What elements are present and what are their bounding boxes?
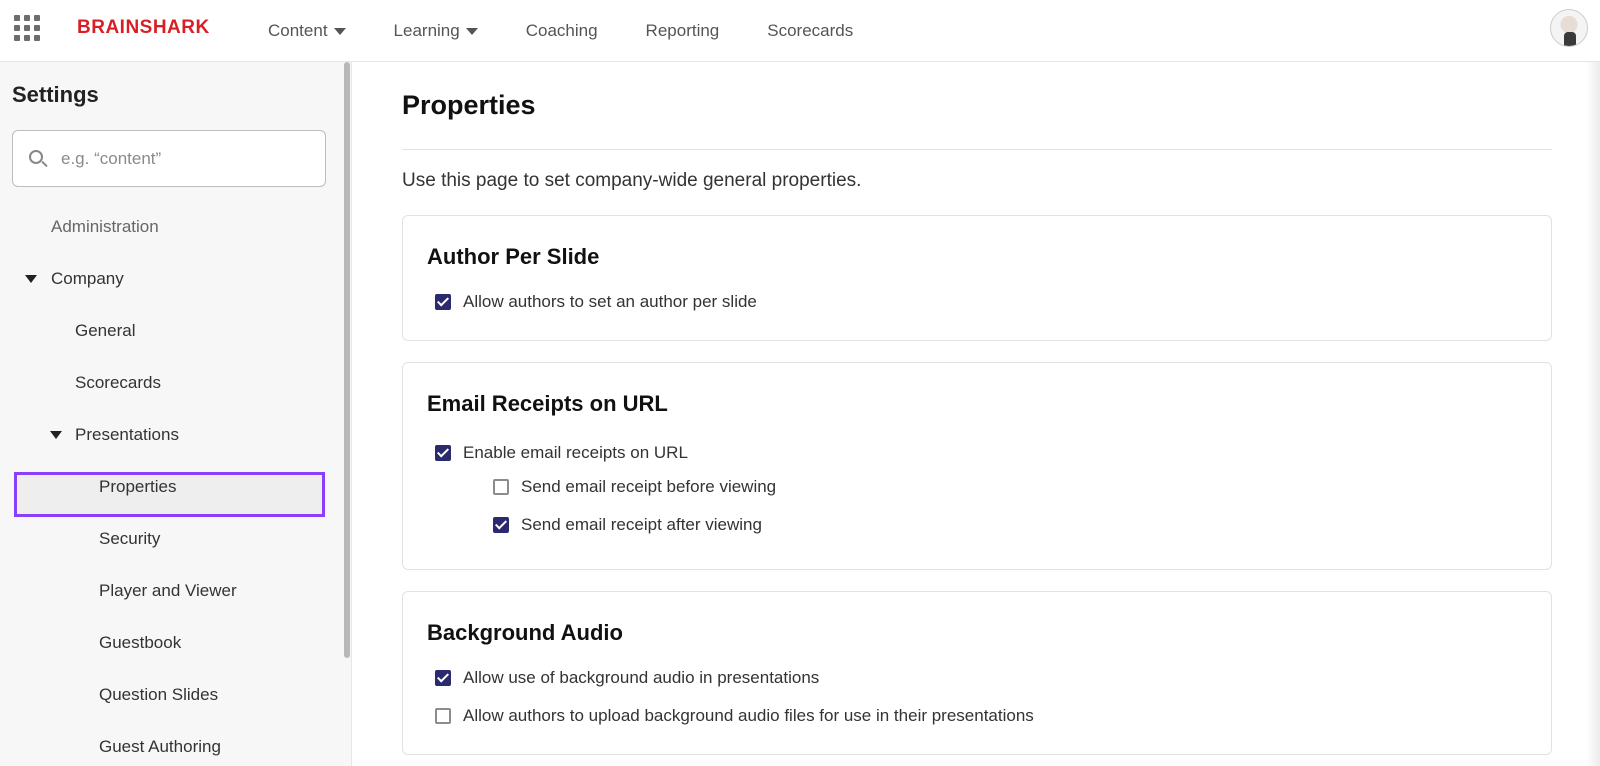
main-content: Properties Use this page to set company-… bbox=[353, 62, 1600, 766]
option-receipt-after-viewing[interactable]: Send email receipt after viewing bbox=[493, 515, 762, 535]
chevron-down-icon bbox=[465, 27, 478, 35]
option-label: Send email receipt after viewing bbox=[521, 515, 762, 534]
checkbox-checked[interactable] bbox=[435, 445, 451, 461]
sidebar-item-scorecards[interactable]: Scorecards bbox=[75, 373, 161, 393]
brand-logo[interactable]: BRAINSHARK bbox=[77, 17, 210, 39]
sidebar-item-guestbook[interactable]: Guestbook bbox=[99, 633, 181, 653]
option-label: Allow authors to upload background audio… bbox=[463, 706, 1034, 725]
nav-scorecards-label: Scorecards bbox=[767, 21, 854, 40]
caret-down-icon[interactable] bbox=[50, 431, 62, 439]
top-navigation-bar: BRAINSHARK Content Learning Coaching Rep… bbox=[0, 0, 1600, 62]
checkbox-checked[interactable] bbox=[435, 670, 451, 686]
title-divider bbox=[402, 149, 1552, 150]
section-title: Email Receipts on URL bbox=[427, 391, 668, 416]
checkbox-unchecked[interactable] bbox=[435, 708, 451, 724]
search-input[interactable] bbox=[61, 145, 311, 173]
sidebar-scrollbar[interactable] bbox=[344, 62, 350, 658]
sidebar-item-player-and-viewer[interactable]: Player and Viewer bbox=[99, 581, 237, 601]
sidebar-item-security[interactable]: Security bbox=[99, 529, 160, 549]
checkbox-unchecked[interactable] bbox=[493, 479, 509, 495]
nav-learning-label: Learning bbox=[393, 21, 460, 40]
nav-content[interactable]: Content bbox=[268, 21, 346, 41]
option-label: Enable email receipts on URL bbox=[463, 443, 688, 462]
nav-content-label: Content bbox=[268, 21, 328, 40]
page-title: Properties bbox=[402, 90, 536, 120]
option-receipt-before-viewing[interactable]: Send email receipt before viewing bbox=[493, 477, 776, 497]
option-enable-email-receipts[interactable]: Enable email receipts on URL bbox=[435, 443, 688, 463]
user-avatar[interactable] bbox=[1550, 9, 1588, 47]
sidebar-item-question-slides[interactable]: Question Slides bbox=[99, 685, 218, 705]
option-label: Send email receipt before viewing bbox=[521, 477, 777, 496]
checkbox-checked[interactable] bbox=[435, 294, 451, 310]
caret-down-icon[interactable] bbox=[25, 275, 37, 283]
nav-reporting-label: Reporting bbox=[645, 21, 720, 40]
sidebar-item-presentations[interactable]: Presentations bbox=[75, 425, 179, 445]
sidebar-title: Settings bbox=[12, 82, 99, 107]
main-nav: Content Learning Coaching Reporting Scor… bbox=[268, 0, 901, 62]
option-label: Allow authors to set an author per slide bbox=[463, 292, 757, 311]
app-launcher-icon[interactable] bbox=[14, 15, 40, 41]
nav-scorecards[interactable]: Scorecards bbox=[767, 21, 853, 41]
option-allow-background-audio[interactable]: Allow use of background audio in present… bbox=[435, 668, 819, 688]
page-description: Use this page to set company-wide genera… bbox=[402, 170, 862, 191]
option-upload-background-audio[interactable]: Allow authors to upload background audio… bbox=[435, 706, 1034, 726]
edge-shadow bbox=[1586, 62, 1600, 766]
sidebar-item-administration[interactable]: Administration bbox=[51, 217, 159, 237]
section-title: Author Per Slide bbox=[427, 244, 600, 269]
sidebar-item-properties[interactable]: Properties bbox=[99, 477, 176, 497]
sidebar-item-general[interactable]: General bbox=[75, 321, 135, 341]
nav-reporting[interactable]: Reporting bbox=[646, 21, 720, 41]
settings-sidebar: Settings Administration Company General … bbox=[0, 62, 352, 766]
section-background-audio: Background Audio Allow use of background… bbox=[402, 591, 1552, 755]
chevron-down-icon bbox=[333, 27, 346, 35]
settings-search[interactable] bbox=[12, 130, 326, 187]
search-icon bbox=[29, 150, 43, 164]
section-title: Background Audio bbox=[427, 620, 623, 645]
sidebar-item-company[interactable]: Company bbox=[51, 269, 124, 289]
checkbox-checked[interactable] bbox=[493, 517, 509, 533]
option-author-per-slide[interactable]: Allow authors to set an author per slide bbox=[435, 292, 757, 312]
sidebar-item-guest-authoring[interactable]: Guest Authoring bbox=[99, 737, 221, 757]
section-email-receipts: Email Receipts on URL Enable email recei… bbox=[402, 362, 1552, 570]
section-author-per-slide: Author Per Slide Allow authors to set an… bbox=[402, 215, 1552, 341]
nav-coaching-label: Coaching bbox=[525, 21, 598, 40]
nav-learning[interactable]: Learning bbox=[394, 21, 478, 41]
nav-coaching[interactable]: Coaching bbox=[526, 21, 598, 41]
option-label: Allow use of background audio in present… bbox=[463, 668, 820, 687]
